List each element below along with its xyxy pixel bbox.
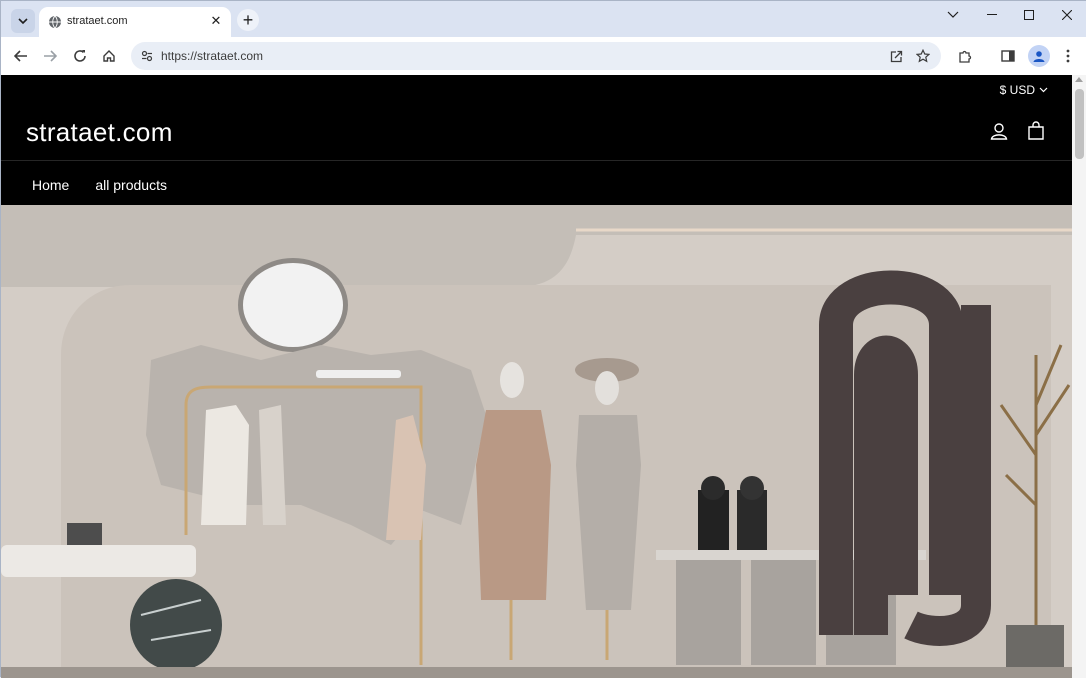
bookmark-button[interactable] xyxy=(913,46,933,66)
chevron-down-icon xyxy=(1039,87,1048,93)
puzzle-icon xyxy=(958,50,971,63)
close-tab-icon[interactable]: ✕ xyxy=(207,12,225,30)
tab-title: strataet.com xyxy=(67,15,128,27)
nav-link-all-products[interactable]: all products xyxy=(95,177,167,193)
maximize-icon xyxy=(1024,10,1034,20)
close-window-button[interactable] xyxy=(1049,5,1085,25)
tune-icon xyxy=(141,50,153,62)
close-icon xyxy=(1062,10,1072,20)
reload-icon xyxy=(74,50,86,62)
account-icon[interactable] xyxy=(989,121,1009,141)
nav-link-home[interactable]: Home xyxy=(32,177,69,193)
share-button[interactable] xyxy=(886,46,906,66)
hero-banner-image xyxy=(1,205,1072,678)
extensions-button[interactable] xyxy=(953,44,977,68)
maximize-button[interactable] xyxy=(1011,5,1047,25)
person-icon xyxy=(1033,51,1045,62)
web-page: $ USD strataet.com Home all products xyxy=(1,75,1072,678)
scrollbar-thumb[interactable] xyxy=(1075,89,1084,159)
new-tab-button[interactable]: + xyxy=(237,9,259,31)
menu-button[interactable] xyxy=(1056,44,1080,68)
address-bar[interactable]: https://strataet.com xyxy=(131,42,941,70)
chevron-down-icon xyxy=(947,11,959,18)
currency-label: $ USD xyxy=(999,83,1035,97)
arrow-left-icon xyxy=(14,50,27,62)
scroll-up-icon[interactable] xyxy=(1075,77,1083,82)
tab-list-button[interactable] xyxy=(935,5,971,25)
minimize-icon xyxy=(987,14,997,15)
page-scrollbar[interactable] xyxy=(1072,75,1086,678)
tab-strip: strataet.com ✕ + xyxy=(1,1,1086,37)
cart-icon[interactable] xyxy=(1026,121,1046,141)
minimize-button[interactable] xyxy=(974,5,1010,25)
profile-avatar[interactable] xyxy=(1028,45,1050,67)
home-button[interactable] xyxy=(97,44,121,68)
more-vertical-icon xyxy=(1066,49,1070,63)
chevron-down-icon xyxy=(18,18,28,25)
tab-search-button[interactable] xyxy=(11,9,35,33)
plus-icon: + xyxy=(242,10,254,30)
main-nav: Home all products xyxy=(32,177,167,193)
currency-selector[interactable]: $ USD xyxy=(1000,83,1048,97)
site-info-button[interactable] xyxy=(137,46,157,66)
share-icon xyxy=(890,50,902,62)
side-panel-icon xyxy=(1001,50,1015,62)
side-panel-button[interactable] xyxy=(996,44,1020,68)
header-divider xyxy=(1,160,1072,161)
globe-icon xyxy=(49,15,61,29)
home-icon xyxy=(103,50,115,62)
url-text[interactable]: https://strataet.com xyxy=(161,49,263,63)
arrow-right-icon xyxy=(44,50,57,62)
star-icon xyxy=(916,49,930,63)
forward-button[interactable] xyxy=(38,44,62,68)
reload-button[interactable] xyxy=(68,44,92,68)
browser-window: strataet.com ✕ + https://strataet.com $ … xyxy=(0,0,1086,678)
store-logo[interactable]: strataet.com xyxy=(26,117,173,148)
back-button[interactable] xyxy=(9,44,33,68)
browser-tab[interactable]: strataet.com ✕ xyxy=(39,7,231,37)
browser-toolbar: https://strataet.com xyxy=(1,37,1086,75)
